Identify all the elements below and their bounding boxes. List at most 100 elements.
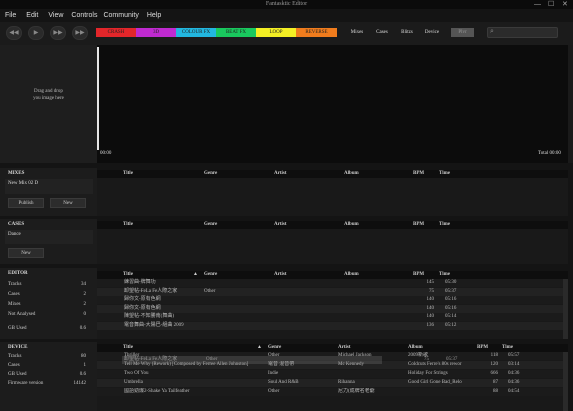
cell-title: 電音舞曲-大陽巴-組曲 2009	[124, 322, 184, 328]
mixes-heading: MIXES	[8, 171, 25, 176]
stat-value: 14142	[73, 381, 87, 386]
cell-bpm: 120	[490, 362, 499, 367]
maximize-button[interactable]: ☐	[548, 0, 554, 9]
col-artist[interactable]: Artist	[274, 170, 287, 178]
new-mix-button[interactable]: New	[50, 198, 86, 208]
col-time[interactable]: Time	[439, 221, 450, 229]
cell-genre: Indie	[268, 371, 279, 376]
editor-scrollbar[interactable]	[563, 279, 568, 339]
col-title[interactable]: Title	[123, 344, 133, 352]
next-icon[interactable]: ▶▶	[72, 26, 88, 40]
cell-bpm: 145	[426, 280, 435, 285]
stat-label: Cases	[8, 292, 20, 297]
editor-table-header	[97, 271, 568, 279]
cell-album: Coldcuts Ferre's 80s rewor	[408, 362, 462, 367]
cell-title: 歸你文-原有色網	[124, 297, 161, 302]
col-genre[interactable]: Genre	[204, 271, 217, 279]
menu-edit[interactable]: Edit	[21, 9, 43, 22]
fast-forward-icon[interactable]: ▶▶	[50, 26, 66, 40]
playhead[interactable]	[97, 47, 99, 150]
search-input[interactable]: ⌕	[487, 27, 558, 38]
cell-bpm: 88	[493, 389, 498, 394]
col-time[interactable]: Time	[502, 344, 513, 352]
table-row[interactable]	[97, 296, 563, 304]
rewind-icon[interactable]: ◀◀	[6, 26, 22, 40]
cases-table-body	[97, 229, 568, 264]
col-time[interactable]: Time	[439, 271, 450, 279]
play-icon[interactable]: ▶	[28, 26, 44, 40]
cell-artist: 尼力(成牌名老爺	[338, 389, 375, 394]
new-case-button[interactable]: New	[8, 248, 44, 258]
col-album[interactable]: Album	[344, 271, 359, 279]
cell-time: 05:12	[445, 322, 457, 328]
stat-label: Tracks	[8, 282, 22, 287]
col-bpm[interactable]: BPM	[477, 344, 488, 352]
cell-time: 04:36	[508, 380, 520, 385]
segment-device[interactable]: Device	[420, 28, 444, 37]
menu-file[interactable]: File	[0, 9, 21, 22]
table-row[interactable]	[97, 279, 563, 287]
sort-asc-icon[interactable]: ▲	[193, 271, 198, 279]
stat-value: 0	[83, 312, 87, 317]
fx-colour-button[interactable]: COLOUR FX	[176, 28, 216, 37]
time-total: Total 00:00	[538, 151, 561, 156]
fx-beat-button[interactable]: BEAT FX	[216, 28, 256, 37]
col-artist[interactable]: Artist	[274, 221, 287, 229]
col-album[interactable]: Album	[408, 344, 423, 352]
menu-view[interactable]: View	[43, 9, 68, 22]
stat-label: Firmware version	[8, 381, 44, 386]
fx-loop-button[interactable]: LOOP	[256, 28, 296, 37]
fx-reverse-button[interactable]: REVERSE	[296, 28, 337, 37]
cell-time: 04:36	[508, 371, 520, 376]
file-button[interactable]: Plvr	[451, 28, 474, 37]
cell-genre: Other	[204, 288, 216, 294]
col-album[interactable]: Album	[344, 170, 359, 178]
image-drop-zone[interactable]	[0, 45, 97, 163]
drag-ghost-bpm: 75	[424, 357, 429, 362]
col-bpm[interactable]: BPM	[413, 271, 424, 279]
publish-button[interactable]: Publish	[8, 198, 44, 208]
fx-3d-button[interactable]: 3D	[136, 28, 176, 37]
mix-item[interactable]: New Mix 02 D	[8, 181, 38, 186]
fx-crash-button[interactable]: CRASH	[96, 28, 136, 37]
timeline-scrollbar[interactable]	[568, 45, 573, 163]
drag-ghost-time: 05:37	[446, 357, 458, 362]
col-bpm[interactable]: BPM	[413, 170, 424, 178]
col-genre[interactable]: Genre	[204, 221, 217, 229]
device-scrollbar[interactable]	[563, 352, 568, 411]
cell-time: 05:16	[445, 305, 457, 311]
col-bpm[interactable]: BPM	[413, 221, 424, 229]
menu-controls[interactable]: Controls	[68, 9, 100, 22]
minimize-button[interactable]: —	[534, 0, 541, 9]
cell-album: Holiday For Strings	[408, 371, 448, 376]
col-genre[interactable]: Genre	[204, 170, 217, 178]
close-button[interactable]: ✕	[562, 0, 568, 9]
stat-value: 34	[81, 282, 86, 287]
cell-title: 卸望帖-FeLa Fe人際之家	[124, 288, 178, 294]
col-title[interactable]: Title	[123, 221, 133, 229]
col-artist[interactable]: Artist	[338, 344, 351, 352]
segment-blitzs[interactable]: Blitzs	[396, 28, 418, 37]
col-time[interactable]: Time	[439, 170, 450, 178]
drag-ghost-genre: Other	[206, 357, 218, 362]
cell-genre: Soul And R&B	[268, 380, 299, 385]
drop-text-line1: Drag and drop	[34, 89, 63, 94]
case-item[interactable]: Dance	[8, 232, 21, 237]
sort-asc-icon[interactable]: ▲	[257, 344, 262, 352]
col-artist[interactable]: Artist	[274, 271, 287, 279]
timeline[interactable]	[97, 45, 568, 163]
col-genre[interactable]: Genre	[268, 344, 281, 352]
table-row[interactable]	[97, 304, 563, 313]
segment-mixes[interactable]: Mixes	[346, 28, 368, 37]
col-title[interactable]: Title	[123, 271, 133, 279]
cell-bpm: 118	[490, 353, 498, 358]
stat-label: Tracks	[8, 354, 22, 359]
col-title[interactable]: Title	[123, 170, 133, 178]
stat-value: 0.6	[79, 372, 86, 377]
menu-community[interactable]: Community	[100, 9, 141, 22]
drag-ghost-title: 卸望帖-FeLa Fe人際之家	[124, 357, 178, 362]
cell-time: 05:16	[445, 297, 457, 302]
menu-help[interactable]: Help	[142, 9, 166, 22]
segment-cases[interactable]: Cases	[371, 28, 393, 37]
col-album[interactable]: Album	[344, 221, 359, 229]
